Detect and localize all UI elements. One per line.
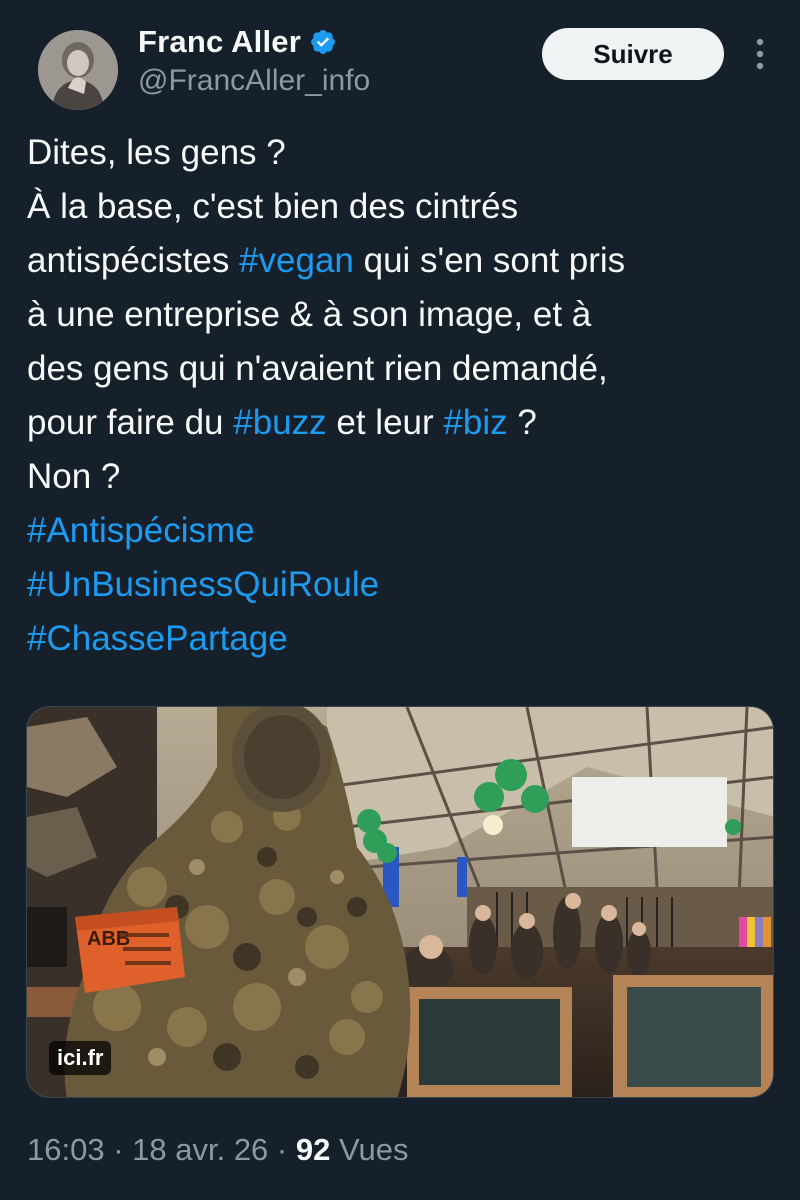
tweet-text-line: Non ? (27, 450, 787, 504)
tweet-time[interactable]: 16:03 (27, 1132, 105, 1167)
tweet: Franc Aller @FrancAller_info Suivre Dite… (0, 0, 800, 1200)
hashtag-link[interactable]: #UnBusinessQuiRoule (27, 565, 379, 604)
hashtag-link[interactable]: #ChassePartage (27, 619, 288, 658)
author-handle[interactable]: @FrancAller_info (138, 64, 370, 98)
tweet-header: Franc Aller @FrancAller_info Suivre (24, 12, 776, 112)
tweet-text-line: à une entreprise & à son image, et à (27, 288, 787, 342)
author-block: Franc Aller @FrancAller_info (138, 24, 370, 98)
tweet-text-segment: et leur (326, 403, 444, 442)
tweet-text-segment: des gens qui n'avaient rien demandé, (27, 349, 608, 388)
name-row: Franc Aller (138, 24, 370, 60)
tweet-date[interactable]: 18 avr. 26 (132, 1132, 268, 1167)
tweet-text-segment: Non ? (27, 457, 121, 496)
hunting-fair-photo: ABB (27, 707, 773, 1097)
avatar-image (38, 30, 118, 110)
views-label: Vues (330, 1132, 409, 1167)
meta-separator: · (104, 1132, 133, 1167)
armband-text: ABB (87, 928, 130, 950)
tweet-text-line: des gens qui n'avaient rien demandé, (27, 342, 787, 396)
hashtag-link[interactable]: #biz (443, 403, 507, 442)
meta-separator: · (268, 1132, 296, 1167)
tweet-text: Dites, les gens ? À la base, c'est bien d… (27, 126, 787, 666)
follow-button[interactable]: Suivre (542, 28, 724, 80)
tweet-text-line: À la base, c'est bien des cintrés (27, 180, 787, 234)
tweet-text-segment: Dites, les gens ? (27, 133, 286, 172)
tweet-text-segment: qui s'en sont pris (353, 241, 626, 280)
tweet-text-segment: ? (507, 403, 537, 442)
tweet-text-line: #Antispécisme (27, 504, 787, 558)
tweet-text-line: Dites, les gens ? (27, 126, 787, 180)
hashtag-link[interactable]: #Antispécisme (27, 511, 255, 550)
tweet-text-segment: antispécistes (27, 241, 240, 280)
display-name[interactable]: Franc Aller (138, 24, 301, 60)
tweet-text-line: antispécistes #vegan qui s'en sont pris (27, 234, 787, 288)
tweet-text-line: pour faire du #buzz et leur #biz ? (27, 396, 787, 450)
tweet-media[interactable]: ABB ici.fr (26, 706, 774, 1098)
tweet-text-line: #UnBusinessQuiRoule (27, 558, 787, 612)
verified-badge-icon (309, 28, 337, 56)
media-source-badge: ici.fr (49, 1041, 112, 1075)
views-count[interactable]: 92 (296, 1132, 330, 1167)
tweet-text-line: #ChassePartage (27, 612, 787, 666)
avatar[interactable] (38, 30, 118, 110)
tweet-text-segment: À la base, c'est bien des cintrés (27, 187, 519, 226)
tweet-text-segment: pour faire du (27, 403, 234, 442)
more-vertical-icon[interactable] (748, 34, 772, 74)
tweet-meta: 16:03 · 18 avr. 26 · 92 Vues (27, 1132, 408, 1168)
tweet-text-segment: à une entreprise & à son image, et à (27, 295, 592, 334)
hashtag-link[interactable]: #vegan (239, 241, 354, 280)
hashtag-link[interactable]: #buzz (233, 403, 326, 442)
